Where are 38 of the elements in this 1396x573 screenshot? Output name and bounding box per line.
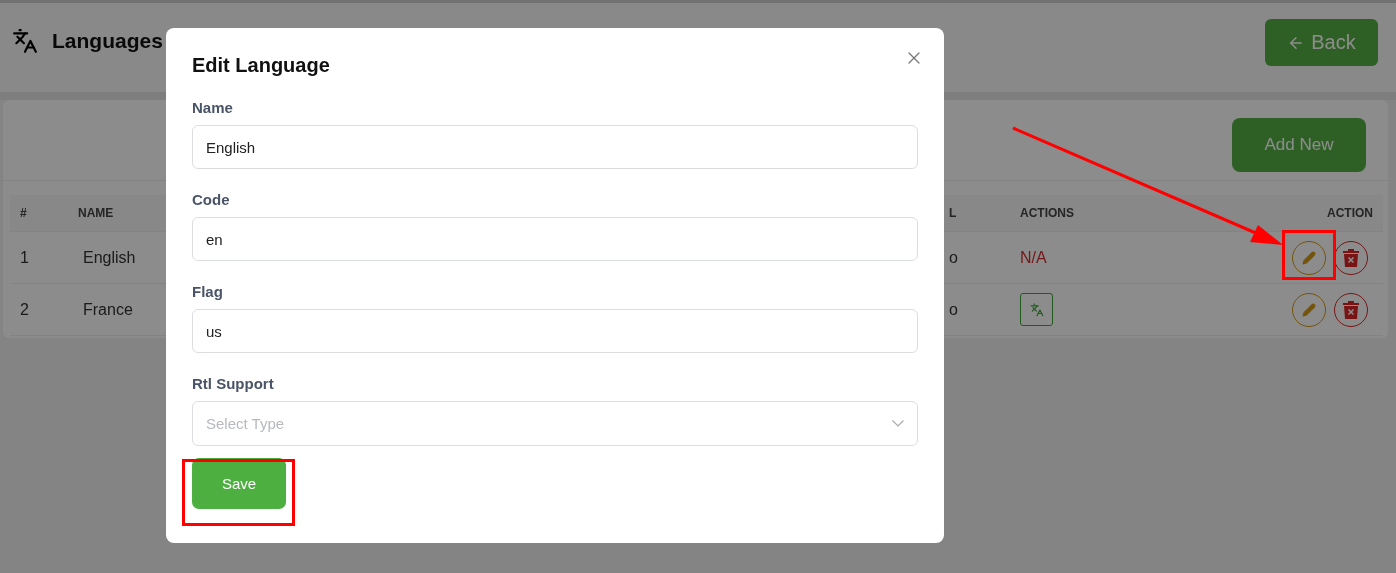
table-cell-text: English — [82, 248, 136, 267]
column-header: ACTIONS — [1020, 206, 1074, 220]
not-available-text: N/A — [1020, 248, 1048, 267]
field-label: Flag — [192, 283, 224, 300]
trash-icon — [1343, 300, 1359, 319]
select-field[interactable]: Select Type — [192, 401, 918, 446]
table-cell: o — [949, 300, 958, 319]
input-field[interactable]: us — [192, 309, 918, 353]
field-label: Name — [192, 99, 234, 116]
back-button[interactable]: Back — [1265, 19, 1378, 66]
edit-button[interactable] — [1292, 240, 1326, 275]
add-new-button[interactable]: Add New — [1232, 118, 1366, 172]
translate-button[interactable] — [1020, 293, 1053, 326]
column-header: # — [20, 206, 27, 220]
dialog-title: Edit Language — [192, 54, 331, 77]
delete-button[interactable] — [1334, 292, 1368, 327]
delete-button[interactable] — [1334, 240, 1368, 275]
input-field[interactable]: English — [192, 125, 918, 169]
highlight-frame — [1282, 230, 1336, 280]
table-cell: 1 — [20, 248, 29, 267]
pencil-icon — [1302, 302, 1316, 317]
chevron-icon — [892, 420, 904, 427]
field-label: Rtl Support — [192, 375, 275, 392]
translate-icon — [1029, 302, 1044, 317]
input-field[interactable]: en — [192, 217, 918, 261]
trash-icon — [1343, 248, 1359, 267]
translate-icon — [12, 27, 38, 54]
table-cell: o — [949, 248, 958, 267]
field-label: Code — [192, 191, 231, 208]
page-title: Languages — [52, 28, 163, 53]
column-header: L — [949, 206, 957, 220]
table-cell: 2 — [20, 300, 29, 319]
edit-button[interactable] — [1292, 292, 1326, 327]
pencil-icon — [1302, 250, 1316, 265]
column-header: ACTION — [1327, 206, 1373, 220]
table-cell-text: France — [82, 300, 133, 319]
column-header: NAME — [78, 206, 114, 220]
save-button[interactable]: Save — [192, 458, 286, 509]
